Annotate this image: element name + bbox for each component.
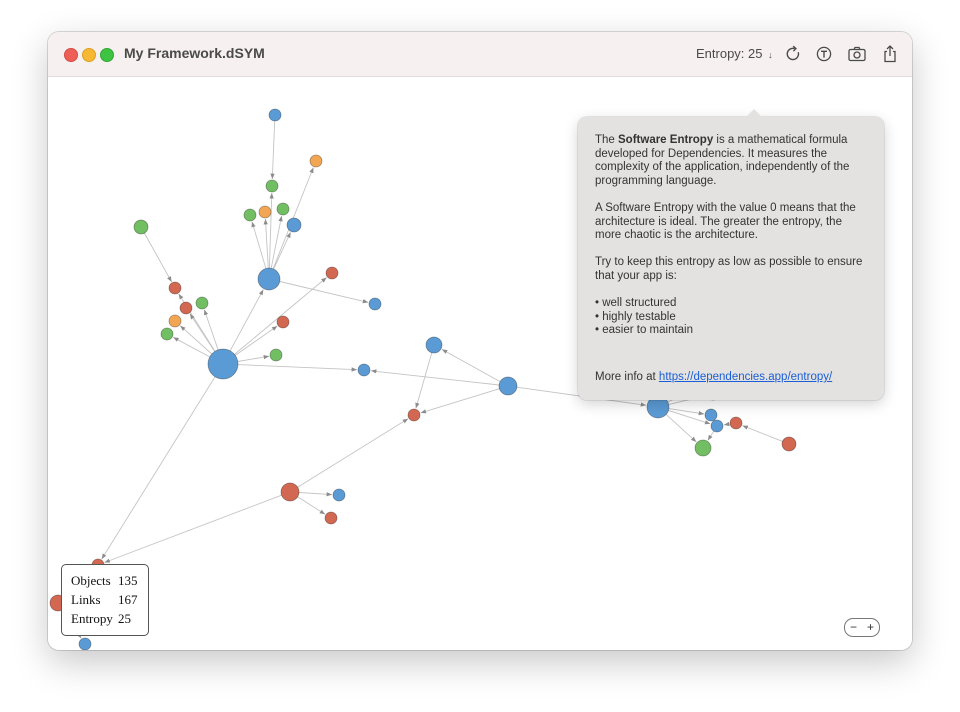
objects-count: 135 (118, 573, 138, 588)
title-bar: My Framework.dSYM Entropy: 25 ↓ (48, 32, 912, 77)
dependency-link (251, 221, 267, 269)
share-icon (884, 45, 896, 63)
dependency-link (723, 421, 731, 427)
graph-node[interactable] (78, 637, 92, 650)
graph-node[interactable] (704, 408, 718, 422)
graph-node[interactable] (694, 439, 712, 457)
close-window-button[interactable] (64, 48, 78, 62)
entropy-value: 25 (118, 611, 131, 626)
graph-node[interactable] (207, 348, 239, 380)
minimize-window-button[interactable] (82, 48, 96, 62)
graph-node[interactable] (729, 416, 743, 430)
list-item: well structured (595, 297, 871, 311)
graph-node[interactable] (265, 179, 279, 193)
entropy-button-label: Entropy: 25 (696, 46, 763, 61)
dependency-link (263, 218, 269, 269)
dependency-link (420, 388, 500, 414)
dependency-link (370, 369, 500, 386)
graph-node[interactable] (325, 266, 339, 280)
graph-stats-panel: Objects 135 Links 167 Entropy 25 (61, 564, 149, 636)
dependency-link (237, 354, 270, 362)
graph-node[interactable] (258, 205, 272, 219)
graph-node[interactable] (498, 376, 518, 396)
zoom-window-button[interactable] (100, 48, 114, 62)
graph-node[interactable] (195, 296, 209, 310)
list-item: highly testable (595, 311, 871, 325)
graph-node[interactable] (276, 202, 290, 216)
graph-node[interactable] (179, 301, 193, 315)
entropy-term: Software Entropy (618, 134, 714, 146)
popover-pointer (746, 109, 762, 117)
graph-node[interactable] (309, 154, 323, 168)
graph-node[interactable] (324, 511, 338, 525)
dependency-link (229, 289, 264, 352)
dependency-link (101, 376, 216, 560)
links-count: 167 (118, 592, 138, 607)
zoom-control: − + (844, 618, 880, 637)
graph-node[interactable] (269, 348, 283, 362)
screenshot-button[interactable] (846, 43, 868, 65)
app-window: My Framework.dSYM Entropy: 25 ↓ The Soft… (48, 32, 912, 650)
graph-node[interactable] (268, 108, 282, 122)
dependency-link (270, 120, 276, 180)
more-info: More info at https://dependencies.app/en… (595, 371, 833, 383)
graph-node[interactable] (257, 267, 281, 291)
refresh-icon (786, 45, 800, 61)
dependency-link (203, 309, 219, 350)
graph-node[interactable] (133, 219, 149, 235)
graph-node[interactable] (368, 297, 382, 311)
dependency-link (707, 430, 715, 441)
entropy-zero-explanation: A Software Entropy with the value 0 mean… (595, 201, 856, 242)
graph-node[interactable] (276, 315, 290, 329)
dependency-link (441, 349, 501, 382)
share-button[interactable] (879, 43, 901, 65)
zoom-out-button[interactable]: − (845, 619, 862, 635)
camera-icon (848, 46, 866, 62)
entropy-popover: The Software Entropy is a mathematical f… (578, 109, 884, 400)
entropy-button[interactable]: Entropy: 25 ↓ (696, 46, 773, 61)
dependency-link (279, 281, 369, 304)
graph-node[interactable] (168, 281, 182, 295)
arrow-down-icon: ↓ (768, 50, 773, 60)
dependency-link (104, 494, 282, 563)
dependency-link (297, 496, 326, 515)
links-label: Links (71, 592, 101, 607)
graph-node[interactable] (425, 336, 443, 354)
graph-node[interactable] (407, 408, 421, 422)
dependency-link (297, 418, 409, 488)
entropy-label: Entropy (71, 611, 113, 626)
text-icon (816, 46, 832, 62)
dependency-link (668, 408, 705, 416)
graph-node[interactable] (332, 488, 346, 502)
dependency-link (298, 492, 333, 497)
entropy-advice: Try to keep this entropy as low as possi… (595, 256, 863, 282)
entropy-benefits-list: well structured highly testable easier t… (595, 297, 871, 338)
text-labels-button[interactable] (813, 43, 835, 65)
dependency-link (742, 425, 783, 442)
refresh-button[interactable] (782, 43, 804, 65)
graph-node[interactable] (781, 436, 797, 452)
dependency-link (237, 364, 358, 372)
graph-node[interactable] (286, 217, 302, 233)
list-item: easier to maintain (595, 324, 871, 338)
entropy-description: The Software Entropy is a mathematical f… (595, 134, 850, 187)
dependency-link (144, 232, 172, 283)
graph-node[interactable] (168, 314, 182, 328)
dependency-link (665, 414, 697, 443)
dependency-link (268, 192, 274, 269)
zoom-in-button[interactable]: + (862, 619, 879, 635)
dependency-graph-canvas[interactable]: The Software Entropy is a mathematical f… (48, 77, 912, 650)
objects-label: Objects (71, 573, 111, 588)
dependency-link (415, 352, 433, 409)
window-title: My Framework.dSYM (124, 45, 265, 61)
graph-node[interactable] (280, 482, 300, 502)
graph-node[interactable] (243, 208, 257, 222)
graph-node[interactable] (710, 419, 724, 433)
entropy-info-link[interactable]: https://dependencies.app/entropy/ (659, 371, 832, 383)
dependency-link (273, 232, 292, 270)
graph-node[interactable] (160, 327, 174, 341)
graph-node[interactable] (357, 363, 371, 377)
